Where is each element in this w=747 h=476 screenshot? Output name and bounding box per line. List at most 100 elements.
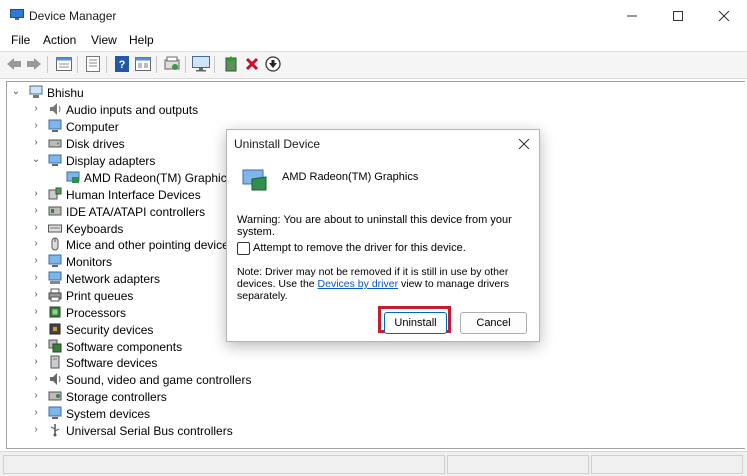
dialog-close-button[interactable]: [513, 134, 535, 154]
chevron-down-icon[interactable]: ⌄: [11, 85, 21, 97]
show-hidden-button[interactable]: [134, 55, 152, 73]
processor-icon: [49, 306, 61, 318]
close-button[interactable]: [701, 0, 747, 32]
device-list-icon: [86, 56, 100, 72]
chevron-right-icon[interactable]: ›: [31, 237, 41, 249]
toolbar-separator: [156, 56, 157, 73]
menu-view[interactable]: View: [91, 33, 117, 47]
chevron-down-icon[interactable]: ⌄: [31, 153, 41, 165]
cancel-button[interactable]: Cancel: [460, 312, 527, 334]
tree-item-label: Monitors: [66, 255, 113, 269]
maximize-icon: [673, 11, 683, 21]
monitor-icon: [48, 254, 62, 267]
device-manager-icon: [10, 9, 24, 20]
chevron-right-icon[interactable]: ›: [31, 204, 41, 216]
monitor-button[interactable]: [192, 55, 210, 73]
monitor-icon: [192, 56, 210, 72]
security-icon: [49, 323, 61, 335]
speaker-icon: [50, 103, 61, 115]
properties-button[interactable]: [55, 55, 73, 73]
tree-item-label: Software components: [66, 340, 183, 354]
help-icon: ?: [115, 56, 129, 72]
chevron-right-icon[interactable]: ›: [31, 102, 41, 114]
uninstall-button[interactable]: Uninstall: [384, 312, 447, 334]
chevron-right-icon[interactable]: ›: [31, 288, 41, 300]
toolbar-separator: [77, 56, 78, 73]
hid-icon: [48, 187, 62, 200]
forward-button[interactable]: [25, 55, 43, 73]
scan-hardware-icon: [164, 56, 180, 70]
gpu-icon: [242, 169, 267, 191]
remove-driver-checkbox[interactable]: [237, 242, 250, 255]
display-adapter-icon: [48, 154, 62, 166]
software-device-icon: [50, 355, 60, 369]
scan-hardware-button[interactable]: [163, 55, 181, 73]
back-button[interactable]: [5, 55, 23, 73]
status-cell: [591, 455, 743, 474]
remove-driver-checkbox-label[interactable]: Attempt to remove the driver for this de…: [253, 242, 466, 254]
usb-icon: [50, 424, 60, 437]
chevron-right-icon[interactable]: ›: [31, 339, 41, 351]
tree-item-label: Human Interface Devices: [66, 188, 201, 202]
tree-item-label: Display adapters: [66, 154, 156, 168]
computer-icon: [48, 119, 62, 132]
status-cell: [447, 455, 589, 474]
tree-item-label: Sound, video and game controllers: [66, 373, 252, 387]
chevron-right-icon[interactable]: ›: [31, 372, 41, 384]
disk-icon: [48, 139, 62, 148]
software-component-icon: [48, 339, 62, 353]
chevron-right-icon[interactable]: ›: [31, 355, 41, 367]
tree-item-label: Print queues: [66, 289, 134, 303]
tree-item-label: Storage controllers: [66, 390, 167, 404]
storage-icon: [48, 391, 62, 401]
toolbar-separator: [185, 56, 186, 73]
update-driver-button[interactable]: [222, 55, 240, 73]
download-icon: [265, 56, 281, 72]
menu-action[interactable]: Action: [43, 33, 76, 47]
close-icon: [719, 11, 729, 21]
tree-item-label: Processors: [66, 306, 127, 320]
menu-help[interactable]: Help: [129, 33, 154, 47]
dialog-device-name: AMD Radeon(TM) Graphics: [282, 171, 419, 183]
chevron-right-icon[interactable]: ›: [31, 136, 41, 148]
chevron-right-icon[interactable]: ›: [31, 187, 41, 199]
toolbar-separator: [106, 56, 107, 73]
chevron-right-icon[interactable]: ›: [31, 305, 41, 317]
ide-icon: [48, 206, 62, 216]
tree-item-label: AMD Radeon(TM) Graphics: [84, 171, 233, 185]
chevron-right-icon[interactable]: ›: [31, 389, 41, 401]
tree-root-label[interactable]: Bhishu: [47, 85, 84, 101]
download-button[interactable]: [264, 55, 282, 73]
dialog-warning-text: Warning: You are about to uninstall this…: [237, 214, 512, 238]
tree-item-label: Disk drives: [66, 137, 125, 151]
tree-item-label: Universal Serial Bus controllers: [66, 424, 233, 438]
chevron-right-icon[interactable]: ›: [31, 254, 41, 266]
tree-item-label: System devices: [66, 407, 151, 421]
properties-icon: [56, 57, 72, 71]
minimize-button[interactable]: [609, 0, 655, 32]
sound-icon: [50, 373, 61, 385]
chevron-right-icon[interactable]: ›: [31, 322, 41, 334]
tree-item-label: IDE ATA/ATAPI controllers: [66, 205, 206, 219]
toolbar-separator: [214, 56, 215, 73]
tree-item-label: Audio inputs and outputs: [66, 103, 199, 117]
help-button[interactable]: ?: [113, 55, 131, 73]
chevron-right-icon[interactable]: ›: [31, 406, 41, 418]
devices-by-driver-link[interactable]: Devices by driver: [318, 278, 399, 290]
maximize-button[interactable]: [655, 0, 701, 32]
uninstall-device-button[interactable]: [243, 55, 261, 73]
chevron-right-icon[interactable]: ›: [31, 271, 41, 283]
menu-file[interactable]: File: [11, 33, 30, 47]
gpu-icon: [66, 171, 80, 183]
device-list-button[interactable]: [84, 55, 102, 73]
title-bar: Device Manager: [0, 0, 747, 32]
minimize-icon: [627, 15, 637, 17]
tree-item-label: Software devices: [66, 356, 158, 370]
tree-item-label: Mice and other pointing devices: [66, 238, 235, 252]
chevron-right-icon[interactable]: ›: [31, 119, 41, 131]
network-icon: [48, 271, 62, 284]
back-arrow-icon: [7, 58, 21, 70]
chevron-right-icon[interactable]: ›: [31, 423, 41, 435]
chevron-right-icon[interactable]: ›: [31, 221, 41, 233]
dialog-title: Uninstall Device: [234, 137, 321, 151]
